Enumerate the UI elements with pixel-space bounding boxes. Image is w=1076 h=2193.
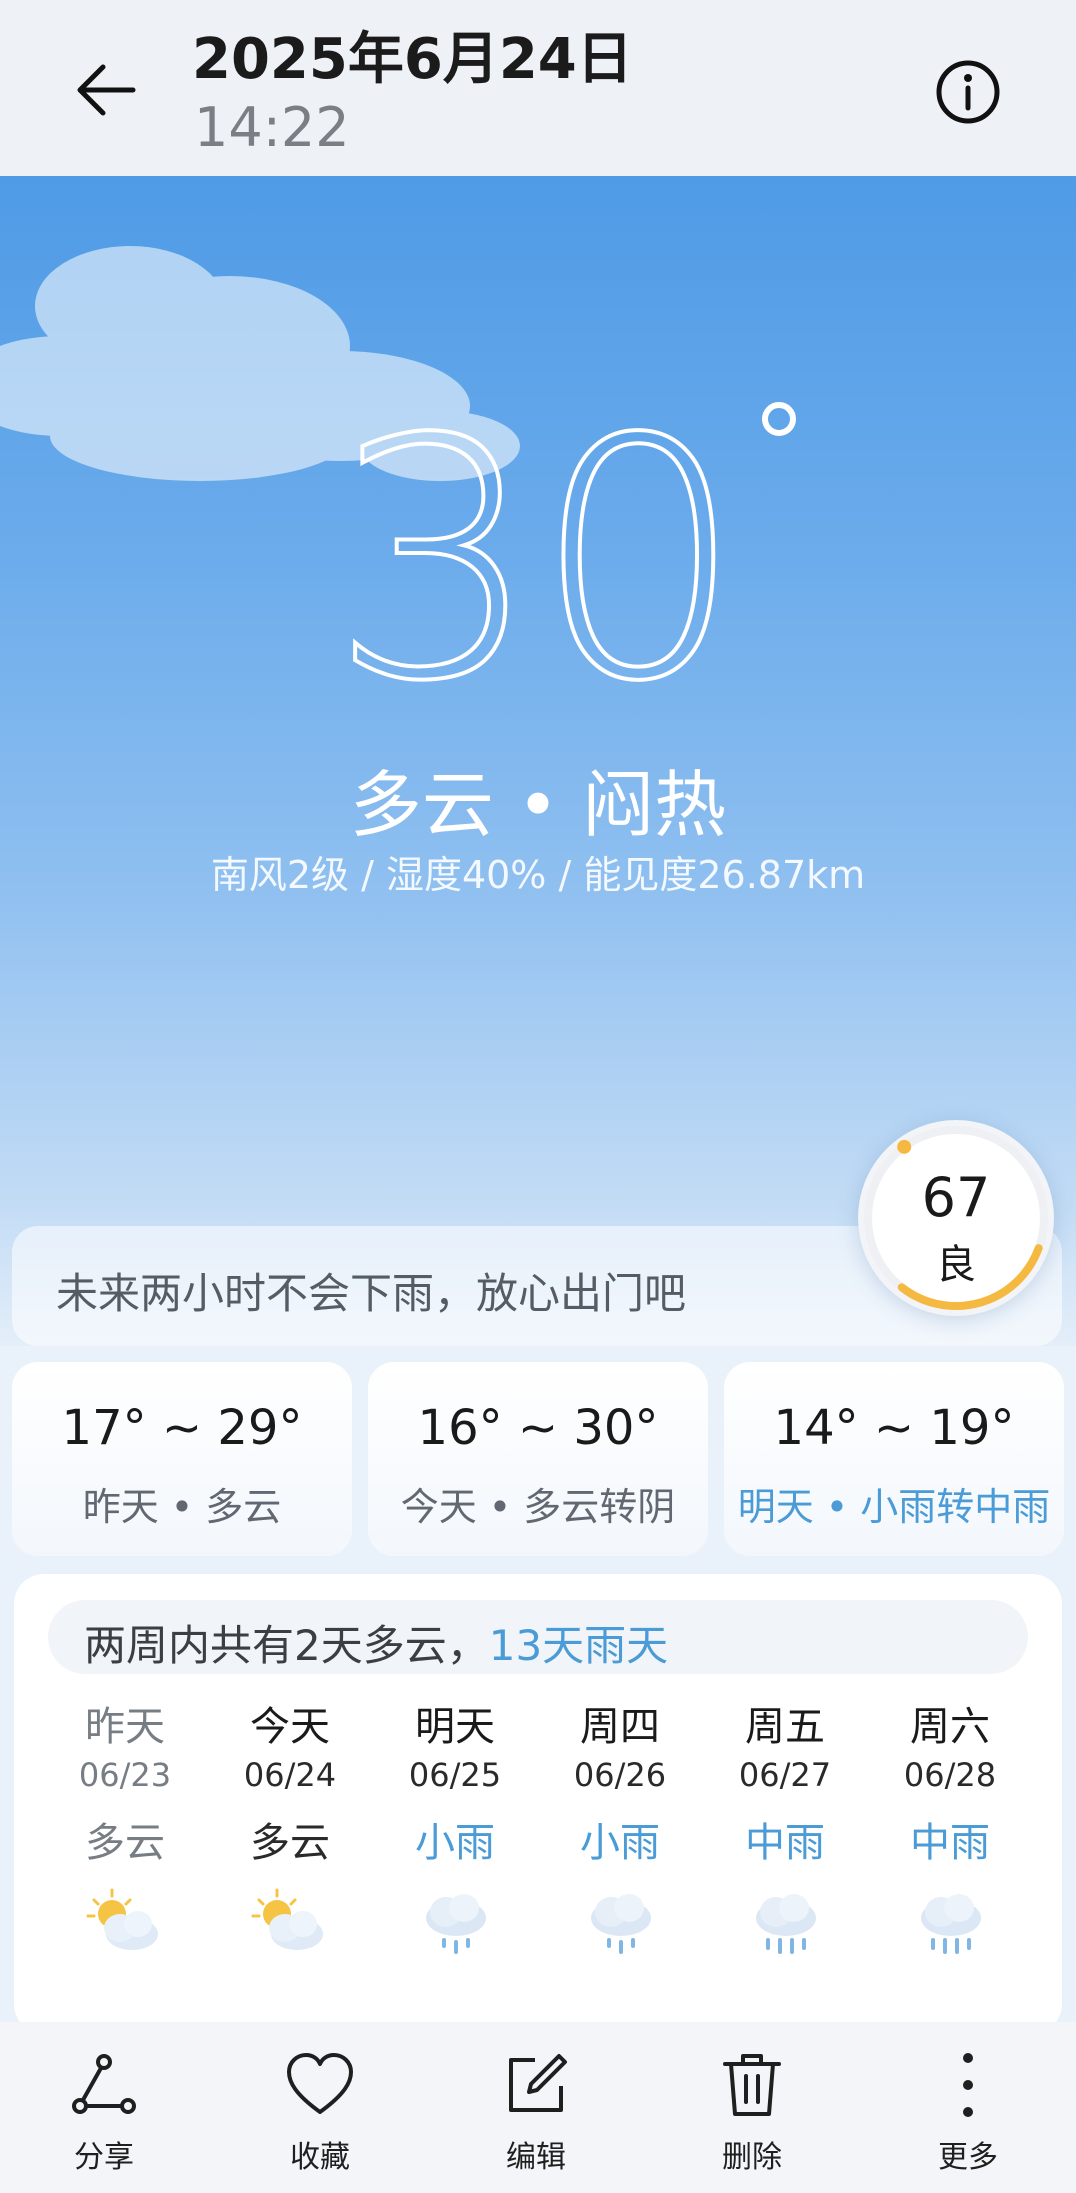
aqi-value: 67 <box>921 1166 991 1229</box>
summary-highlight: 13天雨天 <box>488 1621 669 1670</box>
light-rain-icon <box>426 1894 486 1954</box>
edit-label: 编辑 <box>506 2140 566 2175</box>
edit-button[interactable]: 编辑 <box>476 2050 596 2176</box>
forecast-day[interactable]: 周四 06/26 小雨 <box>545 1694 695 1972</box>
partly-cloudy-icon <box>251 1888 323 1950</box>
temp-range: 16° ~ 30° <box>417 1400 659 1456</box>
weather-details: 南风2级 / 湿度40% / 能见度26.87km <box>210 853 866 897</box>
current-temperature: 30 <box>328 369 746 753</box>
more-vertical-icon <box>963 2053 973 2117</box>
day-date: 06/25 <box>408 1756 502 1794</box>
share-label: 分享 <box>74 2140 134 2175</box>
day-desc: 今天 • 多云转阴 <box>400 1485 676 1529</box>
share-button[interactable]: 分享 <box>44 2050 164 2176</box>
yesterday-card[interactable]: 17° ~ 29° 昨天 • 多云 <box>12 1362 352 1556</box>
forecast-day[interactable]: 昨天 06/23 多云 <box>50 1694 200 1972</box>
moderate-rain-icon <box>921 1894 981 1954</box>
day-date: 06/27 <box>738 1756 832 1794</box>
share-icon <box>72 2054 136 2114</box>
info-icon <box>936 60 1000 124</box>
day-name: 今天 <box>250 1704 330 1750</box>
temp-range: 14° ~ 19° <box>773 1400 1015 1456</box>
bottom-toolbar: 分享 收藏 编辑 删除 更多 <box>0 2022 1076 2193</box>
day-desc: 昨天 • 多云 <box>82 1485 282 1529</box>
favorite-button[interactable]: 收藏 <box>260 2050 380 2176</box>
info-button[interactable] <box>928 52 1008 132</box>
day-desc: 明天 • 小雨转中雨 <box>737 1485 1051 1529</box>
forecast-day[interactable]: 周五 06/27 中雨 <box>710 1694 860 1972</box>
temp-range: 17° ~ 29° <box>61 1400 303 1456</box>
day-name: 周五 <box>745 1704 825 1750</box>
day-date: 06/23 <box>78 1756 172 1794</box>
back-arrow-icon <box>77 64 136 116</box>
degree-symbol <box>762 402 796 436</box>
day-date: 06/28 <box>903 1756 997 1794</box>
day-weather: 多云 <box>85 1820 165 1866</box>
light-rain-icon <box>591 1894 651 1954</box>
forecast-panel: 两周内共有2天多云，13天雨天 昨天 06/23 多云 今天 06/24 多云 <box>14 1574 1062 2034</box>
current-condition: 多云 • 闷热 <box>349 763 727 847</box>
day-date: 06/26 <box>573 1756 667 1794</box>
partly-cloudy-icon <box>86 1888 158 1950</box>
summary-text: 两周内共有2天多云，13天雨天 <box>84 1612 668 1673</box>
favorite-label: 收藏 <box>290 2140 350 2175</box>
forecast-day[interactable]: 周六 06/28 中雨 <box>875 1694 1025 1972</box>
day-date: 06/24 <box>243 1756 337 1794</box>
day-weather: 小雨 <box>580 1820 660 1866</box>
today-card[interactable]: 16° ~ 30° 今天 • 多云转阴 <box>368 1362 708 1556</box>
day-name: 周四 <box>580 1704 660 1750</box>
day-weather: 多云 <box>250 1820 330 1866</box>
day-name: 周六 <box>910 1704 990 1750</box>
rain-notice-text: 未来两小时不会下雨，放心出门吧 <box>56 1269 687 1318</box>
forecast-day[interactable]: 今天 06/24 多云 <box>215 1694 365 1972</box>
page-title-date: 2025年6月24日 <box>192 27 633 92</box>
day-name: 明天 <box>415 1704 495 1750</box>
day-name: 昨天 <box>85 1704 165 1750</box>
air-quality-badge[interactable]: 67 良 <box>858 1120 1054 1316</box>
day-weather: 中雨 <box>745 1820 825 1866</box>
more-label: 更多 <box>938 2140 998 2175</box>
tomorrow-card[interactable]: 14° ~ 19° 明天 • 小雨转中雨 <box>724 1362 1064 1556</box>
heart-icon <box>287 2053 353 2114</box>
moderate-rain-icon <box>756 1894 816 1954</box>
back-button[interactable] <box>60 44 152 136</box>
delete-label: 删除 <box>722 2140 782 2175</box>
edit-icon <box>509 2054 567 2112</box>
aqi-label: 良 <box>936 1242 976 1288</box>
day-weather: 小雨 <box>415 1820 495 1866</box>
forecast-day[interactable]: 明天 06/25 小雨 <box>380 1694 530 1972</box>
delete-button[interactable]: 删除 <box>692 2050 812 2176</box>
page-title-time: 14:22 <box>194 96 350 159</box>
forecast-summary[interactable]: 两周内共有2天多云，13天雨天 <box>48 1600 1028 1674</box>
day-weather: 中雨 <box>910 1820 990 1866</box>
summary-prefix: 两周内共有2天多云， <box>84 1621 489 1670</box>
more-button[interactable]: 更多 <box>908 2050 1028 2176</box>
trash-icon <box>723 2054 781 2116</box>
top-bar: 2025年6月24日 14:22 <box>0 0 1076 176</box>
